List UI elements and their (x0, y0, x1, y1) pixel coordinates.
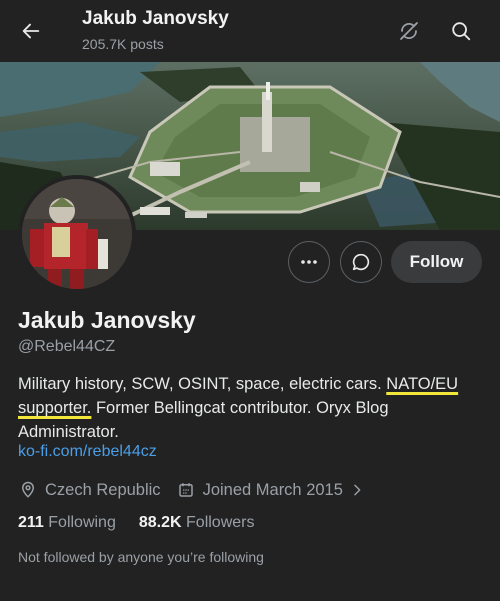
back-button[interactable] (14, 14, 48, 48)
following-label: Following (48, 514, 116, 531)
search-button[interactable] (444, 14, 478, 48)
joined-date[interactable]: Joined March 2015 (203, 481, 343, 500)
more-dots-icon (301, 260, 317, 264)
location-text: Czech Republic (45, 480, 161, 499)
arrow-left-icon (22, 23, 40, 39)
following-count: 211 (18, 514, 44, 531)
header-title: Jakub Janovsky (82, 8, 229, 29)
notifications-off-button[interactable] (392, 14, 426, 48)
post-count: 205.7K posts (82, 36, 164, 52)
profile-bio: Military history, SCW, OSINT, space, ele… (18, 372, 488, 444)
followers-label: Followers (186, 514, 255, 531)
profile-meta: Czech Republic Joined March 2015 (18, 479, 367, 501)
more-options-button[interactable] (288, 241, 330, 283)
avatar[interactable] (18, 175, 136, 293)
profile-handle: @Rebel44CZ (18, 338, 116, 355)
following-stat[interactable]: 211 Following (18, 514, 116, 532)
profile-name: Jakub Janovsky (18, 307, 196, 333)
followers-count: 88.2K (138, 514, 182, 531)
calendar-icon (176, 480, 196, 500)
not-followed-notice: Not followed by anyone you’re following (18, 549, 264, 565)
profile-link[interactable]: ko-fi.com/rebel44cz (18, 443, 157, 461)
bio-text: Military history, SCW, OSINT, space, ele… (18, 375, 387, 393)
location-pin-icon (18, 480, 38, 500)
follow-button[interactable]: Follow (391, 241, 482, 283)
message-button[interactable] (340, 241, 382, 283)
message-icon (352, 253, 370, 271)
top-bar: Jakub Janovsky 205.7K posts (0, 0, 500, 62)
search-icon (452, 22, 471, 41)
followers-stat[interactable]: 88.2K Followers (139, 514, 255, 532)
notification-off-icon (400, 22, 418, 40)
follow-counts: 211 Following 88.2K Followers (18, 514, 254, 532)
chevron-right-icon[interactable] (347, 480, 367, 500)
